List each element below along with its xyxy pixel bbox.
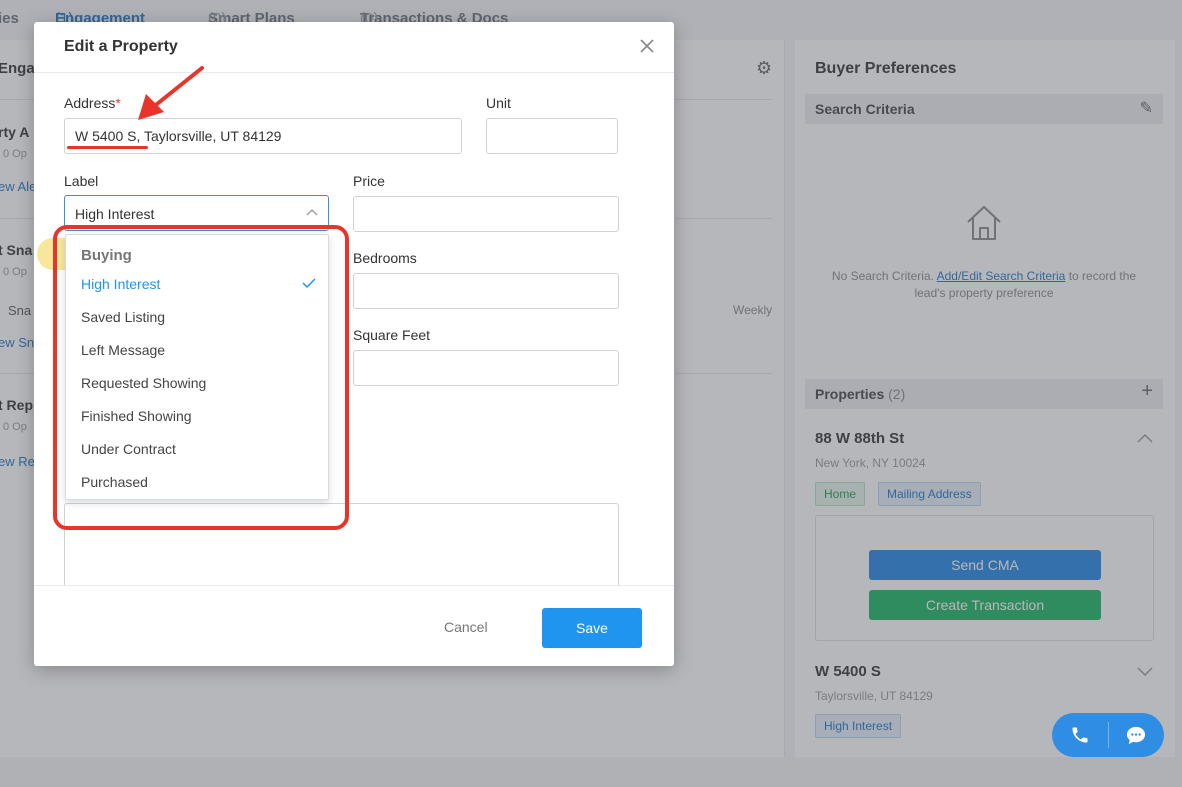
square-feet-input[interactable] xyxy=(353,350,619,386)
chat-icon xyxy=(1127,726,1146,745)
unit-input[interactable] xyxy=(486,118,618,154)
phone-icon xyxy=(1072,727,1088,743)
red-arrow-icon xyxy=(138,66,204,120)
phone-button[interactable] xyxy=(1052,713,1108,757)
address-label: Address* xyxy=(64,95,121,111)
price-input[interactable] xyxy=(353,196,619,232)
unit-label: Unit xyxy=(486,95,511,111)
modal-title: Edit a Property xyxy=(64,38,178,55)
save-button[interactable]: Save xyxy=(542,608,642,648)
price-label: Price xyxy=(353,173,385,189)
red-outline-annotation xyxy=(53,225,349,530)
chat-button[interactable] xyxy=(1108,713,1164,757)
modal-footer: Cancel Save xyxy=(34,585,674,666)
label-label: Label xyxy=(64,173,99,189)
close-icon[interactable] xyxy=(636,35,658,57)
contact-fab xyxy=(1052,713,1164,757)
bedrooms-input[interactable] xyxy=(353,273,619,309)
square-feet-label: Square Feet xyxy=(353,327,431,343)
cancel-button[interactable]: Cancel xyxy=(444,619,488,635)
bedrooms-label: Bedrooms xyxy=(353,250,417,266)
chevron-up-icon xyxy=(306,209,318,216)
red-underline-annotation xyxy=(67,146,148,149)
